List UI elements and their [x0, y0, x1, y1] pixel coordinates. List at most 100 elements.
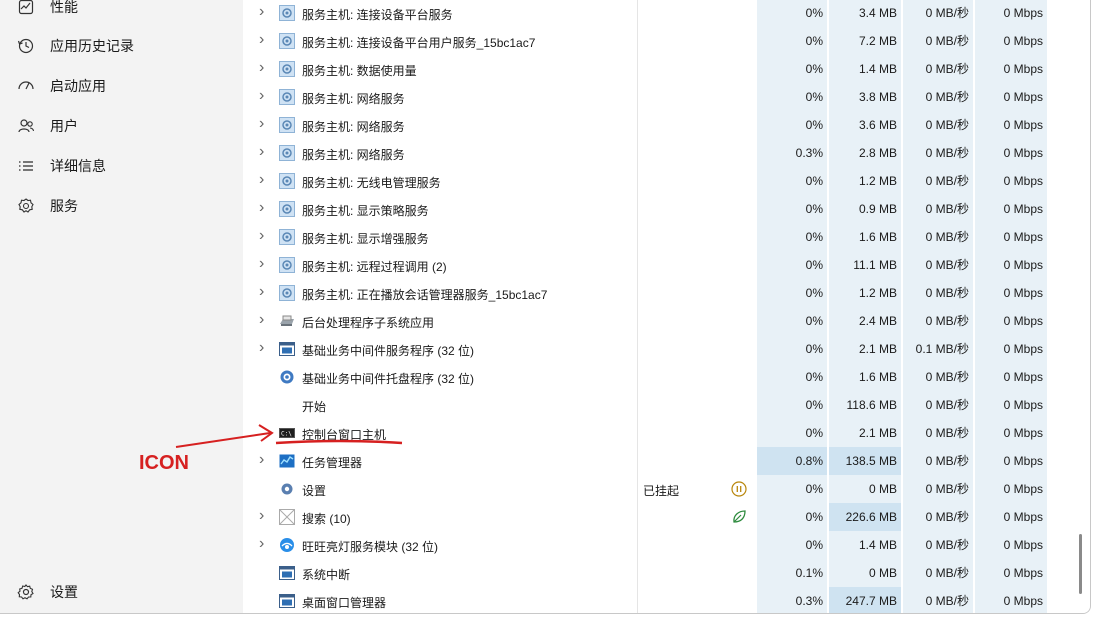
sidebar-item-app-history[interactable]: 应用历史记录 — [0, 28, 243, 64]
table-row[interactable]: 桌面窗口管理器 0.3% 247.7 MB 0 MB/秒 0 Mbps — [243, 587, 1090, 613]
cpu-value: 0% — [757, 55, 827, 83]
sidebar-item-services[interactable]: 服务 — [0, 188, 243, 224]
process-name: 服务主机: 网络服务 — [302, 148, 405, 162]
chevron-right-icon[interactable]: › — [259, 228, 271, 244]
table-row[interactable]: › 服务主机: 数据使用量 0% 1.4 MB 0 MB/秒 0 Mbps — [243, 55, 1090, 83]
chevron-right-icon[interactable]: › — [259, 200, 271, 216]
disk-value: 0 MB/秒 — [903, 111, 973, 139]
service-host-icon — [279, 5, 295, 21]
memory-value: 3.6 MB — [829, 111, 901, 139]
disk-value: 0 MB/秒 — [903, 167, 973, 195]
sidebar-item-details[interactable]: 详细信息 — [0, 148, 243, 184]
memory-value: 226.6 MB — [829, 503, 901, 531]
memory-value: 1.2 MB — [829, 279, 901, 307]
app-window-icon — [279, 565, 295, 581]
table-row[interactable]: › 服务主机: 显示增强服务 0% 1.6 MB 0 MB/秒 0 Mbps — [243, 223, 1090, 251]
network-value: 0 Mbps — [975, 363, 1047, 391]
process-name: 旺旺亮灯服务模块 (32 位) — [302, 540, 439, 554]
sidebar: 性能 应用历史记录 启动应用 用户 详细信息 服务 设置 — [0, 0, 243, 613]
memory-value: 7.2 MB — [829, 27, 901, 55]
disk-value: 0 MB/秒 — [903, 447, 973, 475]
sidebar-item-settings[interactable]: 设置 — [0, 574, 243, 610]
table-row[interactable]: › 服务主机: 连接设备平台用户服务_15bc1ac7 0% 7.2 MB 0 MB/秒… — [243, 27, 1090, 55]
cpu-value: 0% — [757, 27, 827, 55]
chevron-right-icon[interactable]: › — [259, 32, 271, 48]
table-row[interactable]: 设置 已挂起 0% 0 MB 0 MB/秒 0 Mbps — [243, 475, 1090, 503]
sidebar-item-label: 性能 — [50, 0, 78, 15]
process-list-panel: › 服务主机: 连接设备平台服务 0% 3.4 MB 0 MB/秒 0 Mbps › 服务主机… — [243, 0, 1090, 613]
printer-icon — [279, 313, 295, 329]
disk-value: 0 MB/秒 — [903, 223, 973, 251]
cpu-value: 0% — [757, 83, 827, 111]
chevron-right-icon[interactable]: › — [259, 452, 271, 468]
annotation-label: ICON — [139, 452, 189, 474]
settings-gear-icon — [279, 481, 295, 497]
network-value: 0 Mbps — [975, 223, 1047, 251]
table-row[interactable]: › 基础业务中间件服务程序 (32 位) 0% 2.1 MB 0.1 MB/秒 0 Mbp… — [243, 335, 1090, 363]
chevron-right-icon[interactable]: › — [259, 172, 271, 188]
table-row[interactable]: › 服务主机: 远程过程调用 (2) 0% 11.1 MB 0 MB/秒 0 Mbps — [243, 251, 1090, 279]
chevron-right-icon[interactable]: › — [259, 144, 271, 160]
network-value: 0 Mbps — [975, 83, 1047, 111]
table-row[interactable]: › 服务主机: 正在播放会话管理器服务_15bc1ac7 0% 1.2 MB 0 MB/… — [243, 279, 1090, 307]
chevron-right-icon[interactable]: › — [259, 256, 271, 272]
memory-value: 2.4 MB — [829, 307, 901, 335]
task-manager-icon — [279, 453, 295, 469]
task-manager-window: 性能 应用历史记录 启动应用 用户 详细信息 服务 设置 › 服务主机: 连接设… — [0, 0, 1091, 614]
network-value: 0 Mbps — [975, 447, 1047, 475]
service-host-icon — [279, 257, 295, 273]
memory-value: 3.8 MB — [829, 83, 901, 111]
chevron-right-icon[interactable]: › — [259, 116, 271, 132]
disk-value: 0 MB/秒 — [903, 531, 973, 559]
chevron-right-icon[interactable]: › — [259, 88, 271, 104]
table-row[interactable]: 系统中断 0.1% 0 MB 0 MB/秒 0 Mbps — [243, 559, 1090, 587]
table-row[interactable]: › 服务主机: 连接设备平台服务 0% 3.4 MB 0 MB/秒 0 Mbps — [243, 0, 1090, 27]
disk-value: 0 MB/秒 — [903, 0, 973, 27]
memory-value: 0 MB — [829, 559, 901, 587]
network-value: 0 Mbps — [975, 559, 1047, 587]
sidebar-item-label: 设置 — [50, 584, 78, 600]
table-row[interactable]: › 服务主机: 显示策略服务 0% 0.9 MB 0 MB/秒 0 Mbps — [243, 195, 1090, 223]
service-host-icon — [279, 61, 295, 77]
disk-value: 0 MB/秒 — [903, 475, 973, 503]
table-row[interactable]: › 服务主机: 网络服务 0% 3.8 MB 0 MB/秒 0 Mbps — [243, 83, 1090, 111]
network-value: 0 Mbps — [975, 167, 1047, 195]
network-value: 0 Mbps — [975, 195, 1047, 223]
table-row[interactable]: › 服务主机: 网络服务 0.3% 2.8 MB 0 MB/秒 0 Mbps — [243, 139, 1090, 167]
chevron-right-icon[interactable]: › — [259, 312, 271, 328]
disk-value: 0 MB/秒 — [903, 83, 973, 111]
table-row[interactable]: › 服务主机: 网络服务 0% 3.6 MB 0 MB/秒 0 Mbps — [243, 111, 1090, 139]
table-row[interactable]: › 搜索 (10) 0% 226.6 MB 0 MB/秒 0 Mbps — [243, 503, 1090, 531]
sidebar-item-label: 服务 — [50, 198, 78, 214]
sidebar-item-label: 用户 — [50, 118, 78, 134]
blue-globe-icon — [279, 537, 295, 553]
cpu-value: 0% — [757, 223, 827, 251]
chevron-right-icon[interactable]: › — [259, 60, 271, 76]
process-name: 任务管理器 — [302, 456, 363, 470]
sidebar-item-startup[interactable]: 启动应用 — [0, 68, 243, 104]
table-row[interactable]: › 服务主机: 无线电管理服务 0% 1.2 MB 0 MB/秒 0 Mbps — [243, 167, 1090, 195]
process-name: 基础业务中间件托盘程序 (32 位) — [302, 372, 475, 386]
memory-value: 0 MB — [829, 475, 901, 503]
chevron-right-icon[interactable]: › — [259, 508, 271, 524]
paused-icon — [730, 480, 748, 498]
network-value: 0 Mbps — [975, 391, 1047, 419]
table-row[interactable]: 基础业务中间件托盘程序 (32 位) 0% 1.6 MB 0 MB/秒 0 Mbps — [243, 363, 1090, 391]
vertical-scrollbar[interactable] — [1079, 534, 1082, 594]
memory-value: 11.1 MB — [829, 251, 901, 279]
chevron-right-icon[interactable]: › — [259, 340, 271, 356]
chevron-right-icon[interactable]: › — [259, 284, 271, 300]
service-host-icon — [279, 145, 295, 161]
network-value: 0 Mbps — [975, 475, 1047, 503]
sidebar-item-performance[interactable]: 性能 — [0, 0, 243, 25]
chevron-right-icon[interactable]: › — [259, 4, 271, 20]
table-row[interactable]: › 后台处理程序子系统应用 0% 2.4 MB 0 MB/秒 0 Mbps — [243, 307, 1090, 335]
network-value: 0 Mbps — [975, 335, 1047, 363]
table-row[interactable]: › 任务管理器 0.8% 138.5 MB 0 MB/秒 0 Mbps — [243, 447, 1090, 475]
sidebar-item-users[interactable]: 用户 — [0, 108, 243, 144]
table-row[interactable]: › 旺旺亮灯服务模块 (32 位) 0% 1.4 MB 0 MB/秒 0 Mbps — [243, 531, 1090, 559]
chevron-right-icon[interactable]: › — [259, 536, 271, 552]
disk-value: 0 MB/秒 — [903, 139, 973, 167]
table-row[interactable]: 开始 0% 118.6 MB 0 MB/秒 0 Mbps — [243, 391, 1090, 419]
table-row[interactable]: C:\ 控制台窗口主机 0% 2.1 MB 0 MB/秒 0 Mbps — [243, 419, 1090, 447]
